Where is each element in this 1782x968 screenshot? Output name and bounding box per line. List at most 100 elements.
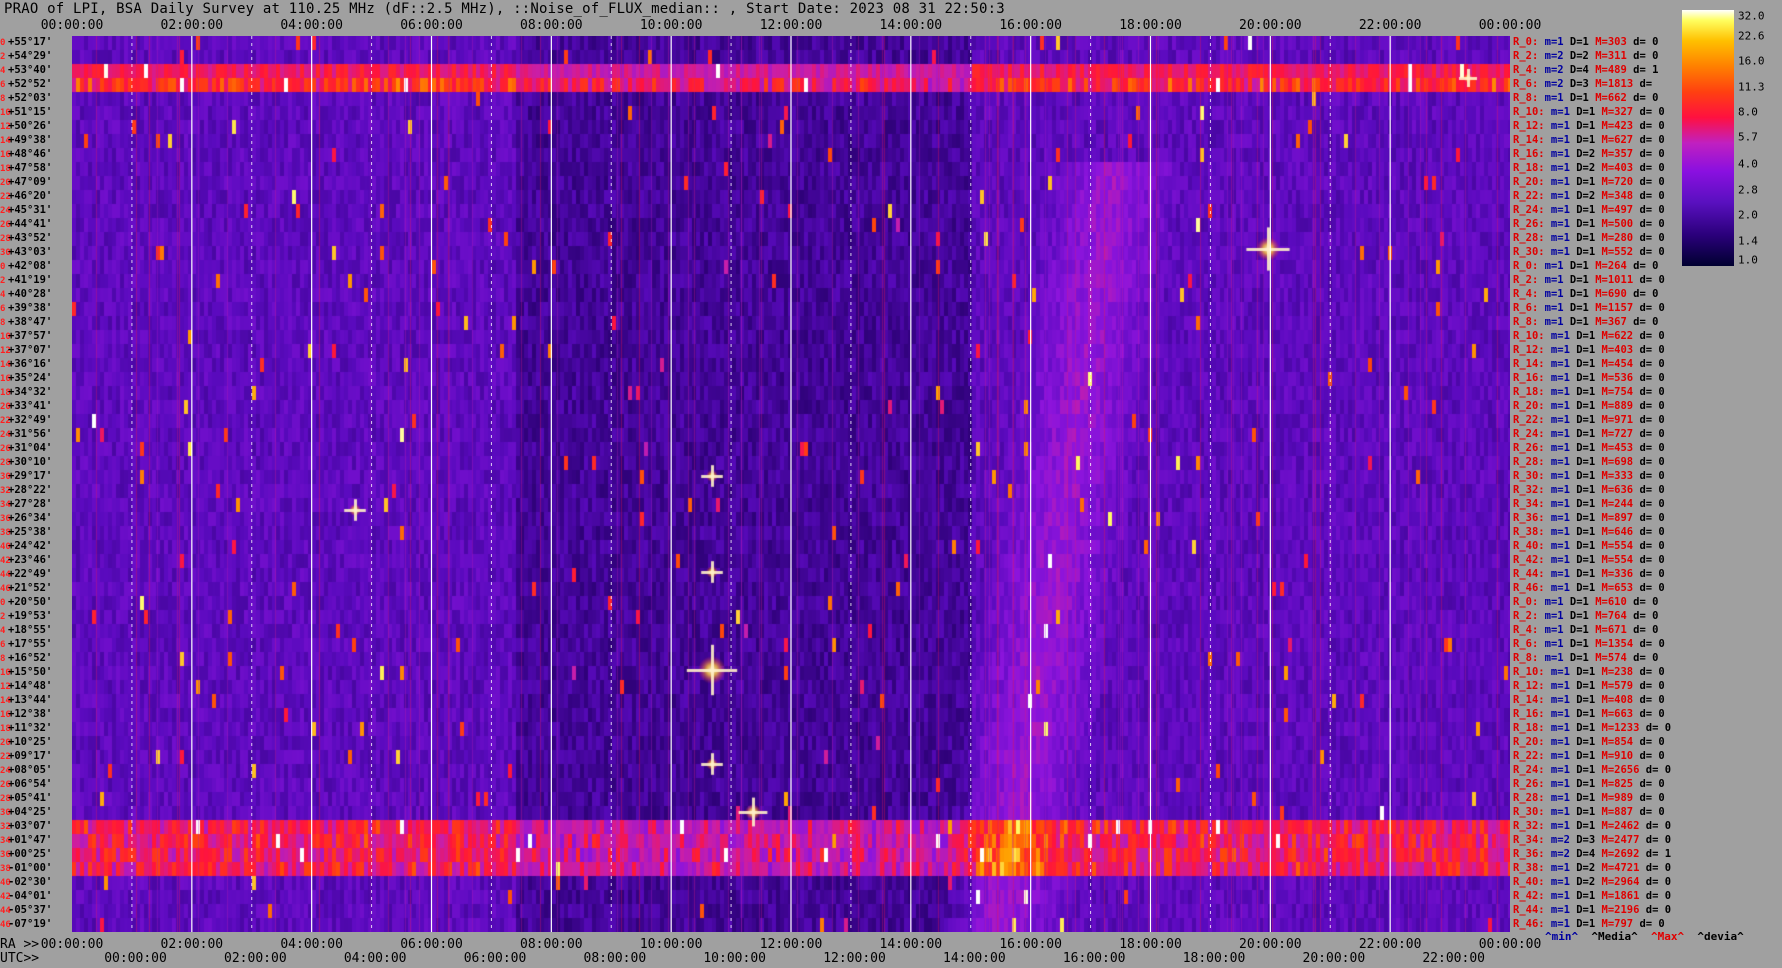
dec-value: -04°01' xyxy=(8,890,53,902)
utc-tick-label: 12:00:00 xyxy=(823,951,886,966)
dec-value: +04°25' xyxy=(8,806,53,818)
stat-row: R_12: m=1 D=1 M=423 d= 0 xyxy=(1513,119,1665,133)
stat-devia: d= 0 xyxy=(1633,568,1665,580)
dec-value: +24°42' xyxy=(8,540,53,552)
dec-label-row: 0 +20°50' xyxy=(0,595,72,610)
ra-tick-label: 18:00:00 xyxy=(1119,937,1182,952)
stat-median: D=2 xyxy=(1569,148,1596,160)
dec-value: +41°19' xyxy=(8,274,53,286)
stat-median: D=1 xyxy=(1563,596,1589,608)
stat-row: R_2: m=1 D=1 M=764 d= 0 xyxy=(1513,609,1658,623)
stat-min: m=1 xyxy=(1544,442,1570,454)
dec-label-row: 34+01°47' xyxy=(0,833,72,848)
dec-index: 12 xyxy=(0,122,11,132)
stat-ring: R_40: xyxy=(1513,540,1545,552)
utc-tick-label: 06:00:00 xyxy=(463,951,527,966)
stat-max: M=825 xyxy=(1595,778,1634,790)
stat-max: M=1861 xyxy=(1595,890,1640,902)
legend-max: ^Max^ xyxy=(1650,930,1685,943)
stat-min: m=1 xyxy=(1538,274,1564,286)
dec-index: 40 xyxy=(0,878,11,888)
dec-label-row: 16+12°38' xyxy=(0,707,72,722)
stat-devia: d= 0 xyxy=(1626,36,1659,48)
dec-index: 10 xyxy=(0,332,11,342)
stat-median: D=1 xyxy=(1569,428,1596,440)
dec-label-row: 18+47°58' xyxy=(0,161,72,176)
stat-min: m=1 xyxy=(1544,708,1570,720)
utc-tick-label: 10:00:00 xyxy=(703,951,766,966)
stat-devia: d= 0 xyxy=(1639,876,1672,888)
dec-label-row: 4 +40°28' xyxy=(0,287,72,302)
ra-tick-label: 12:00:00 xyxy=(759,937,823,952)
dec-value: +27°28' xyxy=(8,498,53,510)
dec-label-row: 30+29°17' xyxy=(0,469,72,484)
stat-max: M=2656 xyxy=(1595,764,1640,776)
dec-label-row: 14+49°38' xyxy=(0,133,72,148)
stat-ring: R_26: xyxy=(1513,218,1545,230)
stat-median: D=1 xyxy=(1569,764,1596,776)
stat-min: m=1 xyxy=(1544,890,1570,902)
dec-label-row: 16+35°24' xyxy=(0,371,72,386)
stat-min: m=1 xyxy=(1538,596,1564,608)
stat-devia: d= 0 xyxy=(1626,652,1659,664)
dec-value: +28°22' xyxy=(8,484,53,496)
stat-ring: R_24: xyxy=(1513,204,1545,216)
dec-index: 16 xyxy=(0,374,11,384)
dec-index: 20 xyxy=(0,402,11,412)
stat-ring: R_8: xyxy=(1513,652,1539,664)
stat-min: m=1 xyxy=(1544,470,1570,482)
time-tick-label: 00:00:00 xyxy=(40,18,104,33)
stat-max: M=238 xyxy=(1595,666,1634,678)
dec-index: 16 xyxy=(0,710,11,720)
stat-devia: d= 0 xyxy=(1633,358,1665,370)
stat-ring: R_14: xyxy=(1513,358,1545,370)
stat-ring: R_14: xyxy=(1513,694,1545,706)
ra-axis-label: RA >> xyxy=(0,937,40,952)
stat-ring: R_38: xyxy=(1513,526,1545,538)
stat-max: M=2477 xyxy=(1595,834,1640,846)
stat-min: m=1 xyxy=(1538,638,1564,650)
colorbar-tick-label: 16.0 xyxy=(1738,54,1765,68)
declination-axis: 0 +55°17' 2 +54°29' 4 +53°40' 6 +52°52' 8 +52°03'… xyxy=(0,36,72,932)
stat-max: M=720 xyxy=(1595,176,1634,188)
dec-index: 20 xyxy=(0,178,11,188)
colorbar-tick-label: 1.0 xyxy=(1738,253,1758,267)
dec-label-row: 36+26°34' xyxy=(0,511,72,526)
dec-label-row: 46-07°19' xyxy=(0,917,72,932)
dec-value: +31°04' xyxy=(8,442,53,454)
dec-index: 44 xyxy=(0,570,11,580)
stat-ring: R_4: xyxy=(1513,624,1539,636)
stat-devia: d= 0 xyxy=(1633,176,1665,188)
stat-min: m=1 xyxy=(1538,288,1564,300)
stat-max: M=646 xyxy=(1595,526,1634,538)
colorbar-tick-label: 8.0 xyxy=(1738,105,1758,119)
stat-row: R_16: m=1 D=1 M=536 d= 0 xyxy=(1513,371,1665,385)
stat-median: D=2 xyxy=(1569,876,1596,888)
ra-tick-label: 22:00:00 xyxy=(1358,937,1422,952)
stat-ring: R_12: xyxy=(1513,120,1545,132)
stat-max: M=333 xyxy=(1595,470,1634,482)
utc-tick-label: 16:00:00 xyxy=(1062,951,1126,966)
stat-ring: R_8: xyxy=(1513,92,1539,104)
stat-median: D=1 xyxy=(1569,120,1596,132)
dec-label-row: 24+45°31' xyxy=(0,203,72,218)
stat-devia: d= 0 xyxy=(1633,778,1665,790)
stat-row: R_8: m=1 D=1 M=574 d= 0 xyxy=(1513,651,1658,665)
stat-min: m=1 xyxy=(1544,414,1570,426)
dec-index: 36 xyxy=(0,514,11,524)
stat-min: m=1 xyxy=(1544,372,1570,384)
stat-ring: R_28: xyxy=(1513,232,1545,244)
dec-label-row: 8 +16°52' xyxy=(0,651,72,666)
stat-ring: R_22: xyxy=(1513,750,1545,762)
stat-ring: R_24: xyxy=(1513,428,1545,440)
stat-median: D=1 xyxy=(1569,890,1596,902)
stat-min: m=2 xyxy=(1544,834,1570,846)
time-tick-label: 20:00:00 xyxy=(1239,18,1302,33)
dec-index: 2 xyxy=(0,276,6,286)
dec-label-row: 16+48°46' xyxy=(0,147,72,162)
dec-label-row: 6 +17°55' xyxy=(0,637,72,652)
stat-ring: R_22: xyxy=(1513,414,1545,426)
dec-value: +29°17' xyxy=(8,470,53,482)
dec-label-row: 12+37°07' xyxy=(0,343,72,358)
stat-row: R_34: m=2 D=3 M=2477 d= 0 xyxy=(1513,833,1671,847)
